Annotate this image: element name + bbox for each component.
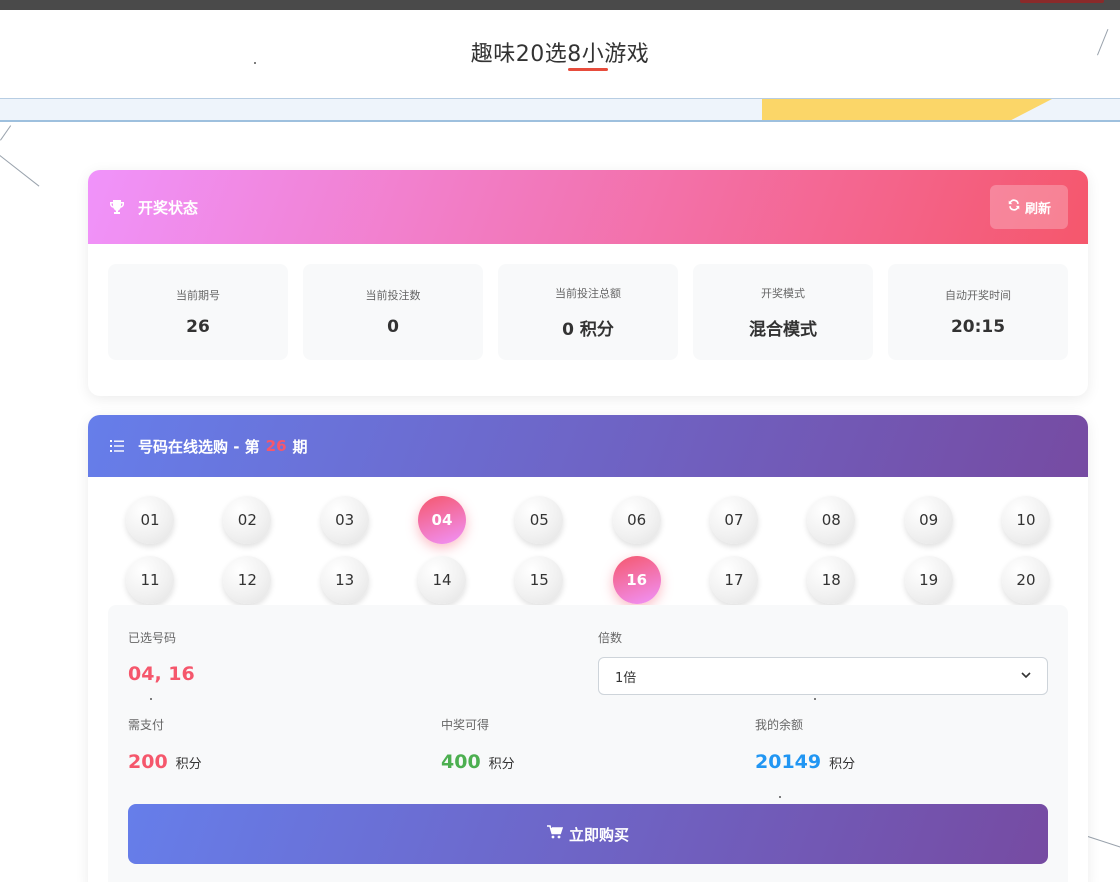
- number-ball-05[interactable]: 05: [515, 496, 564, 544]
- number-ball-01[interactable]: 01: [126, 496, 174, 544]
- win-amount: 400 积分: [441, 751, 515, 773]
- refresh-button[interactable]: 刷新: [990, 185, 1068, 229]
- draw-status-title: 开奖状态: [138, 198, 199, 217]
- title-underline: [568, 68, 608, 71]
- decorative-dot: [814, 698, 816, 700]
- number-purchase-header: 号码在线选购 - 第 26 期: [88, 415, 1088, 477]
- list-icon: [108, 437, 126, 455]
- buy-now-button[interactable]: 立即购买: [128, 804, 1048, 864]
- decorative-dot: [779, 796, 781, 798]
- stat-value: 26: [186, 317, 210, 337]
- decorative-line: [0, 155, 40, 187]
- number-ball-14[interactable]: 14: [417, 556, 466, 604]
- win-value: 400: [441, 751, 481, 773]
- cart-icon: [546, 825, 564, 843]
- purchase-title-prefix: 号码在线选购 - 第: [138, 437, 260, 456]
- number-ball-03[interactable]: 03: [320, 496, 369, 544]
- stat-label: 开奖模式: [761, 286, 805, 300]
- number-ball-15[interactable]: 15: [515, 556, 564, 604]
- refresh-label: 刷新: [1024, 201, 1051, 217]
- number-ball-16[interactable]: 16: [612, 556, 661, 604]
- stat-draw-mode: 开奖模式 混合模式: [693, 264, 873, 360]
- number-ball-11[interactable]: 11: [126, 556, 174, 604]
- number-balls-grid: 01 02 03 04 05 06 07 08 09 10 11 12 13 14 15 16 17 18 19 20: [88, 477, 1088, 604]
- number-ball-06[interactable]: 06: [612, 496, 661, 544]
- purchase-period-number: 26: [265, 437, 287, 455]
- stat-label: 当前投注数: [365, 289, 421, 302]
- decorative-line: [0, 125, 12, 141]
- stat-value: 0: [387, 317, 399, 337]
- draw-status-card: 开奖状态 刷新 当前期号 26 当前投注数 0 当前投注总额 0 积分 开奖模式…: [88, 170, 1088, 396]
- balance-value: 20149: [755, 751, 822, 773]
- browser-top-strip: [0, 0, 1120, 10]
- stat-label: 当前期号: [176, 289, 220, 302]
- stat-auto-draw-time: 自动开奖时间 20:15: [888, 264, 1068, 360]
- multiplier-label: 倍数: [598, 631, 623, 645]
- banner-yellow-shape: [762, 99, 1052, 120]
- selected-numbers-label: 已选号码: [128, 631, 177, 645]
- number-ball-07[interactable]: 07: [709, 496, 758, 544]
- stat-value: 0 积分: [562, 319, 614, 340]
- number-ball-17[interactable]: 17: [709, 556, 758, 604]
- number-ball-12[interactable]: 12: [223, 556, 272, 604]
- stat-value: 混合模式: [749, 319, 817, 340]
- stat-bet-count: 当前投注数 0: [303, 264, 483, 360]
- balance-amount: 20149 积分: [755, 751, 855, 773]
- decorative-dot: [150, 698, 152, 700]
- decorative-line: [1087, 836, 1120, 848]
- stat-value: 20:15: [950, 317, 1006, 337]
- win-unit: 积分: [488, 757, 515, 772]
- order-panel: 已选号码 04, 16 倍数 1倍 需支付 200 积分 中奖可得 400 积分…: [108, 605, 1068, 882]
- pay-label: 需支付: [128, 718, 165, 732]
- buy-now-label: 立即购买: [568, 825, 629, 844]
- decorative-dot: [254, 62, 256, 64]
- number-ball-08[interactable]: 08: [807, 496, 856, 544]
- chevron-down-icon: [1021, 670, 1031, 683]
- number-ball-02[interactable]: 02: [223, 496, 272, 544]
- win-label: 中奖可得: [441, 718, 490, 732]
- draw-stats: 当前期号 26 当前投注数 0 当前投注总额 0 积分 开奖模式 混合模式 自动…: [88, 244, 1088, 380]
- number-ball-19[interactable]: 19: [904, 556, 953, 604]
- stat-bet-total: 当前投注总额 0 积分: [498, 264, 678, 360]
- selected-numbers-value: 04, 16: [128, 663, 195, 685]
- multiplier-value: 1倍: [615, 670, 637, 686]
- page-header: 趣味20选8小游戏: [0, 10, 1120, 98]
- stat-current-period: 当前期号 26: [108, 264, 288, 360]
- pay-unit: 积分: [175, 757, 202, 772]
- multiplier-select[interactable]: 1倍: [598, 657, 1048, 695]
- number-ball-20[interactable]: 20: [1001, 556, 1050, 604]
- purchase-title-suffix: 期: [292, 437, 308, 456]
- number-purchase-card: 号码在线选购 - 第 26 期 01 02 03 04 05 06 07 08 09 10 11 12…: [88, 415, 1088, 882]
- number-ball-10[interactable]: 10: [1001, 496, 1050, 544]
- page-title: 趣味20选8小游戏: [470, 42, 650, 67]
- balance-unit: 积分: [829, 757, 856, 772]
- top-strip-accent: [1020, 0, 1104, 3]
- balance-label: 我的余额: [755, 718, 804, 732]
- trophy-icon: [108, 198, 126, 216]
- pay-amount: 200 积分: [128, 751, 202, 773]
- number-ball-13[interactable]: 13: [320, 556, 369, 604]
- number-ball-09[interactable]: 09: [904, 496, 953, 544]
- decorative-banner: [0, 98, 1120, 122]
- stat-label: 自动开奖时间: [945, 289, 1011, 302]
- refresh-icon: [1007, 198, 1021, 216]
- number-ball-18[interactable]: 18: [807, 556, 856, 604]
- draw-status-header: 开奖状态 刷新: [88, 170, 1088, 244]
- stat-label: 当前投注总额: [555, 286, 621, 300]
- number-ball-04[interactable]: 04: [417, 496, 466, 544]
- pay-value: 200: [128, 751, 168, 773]
